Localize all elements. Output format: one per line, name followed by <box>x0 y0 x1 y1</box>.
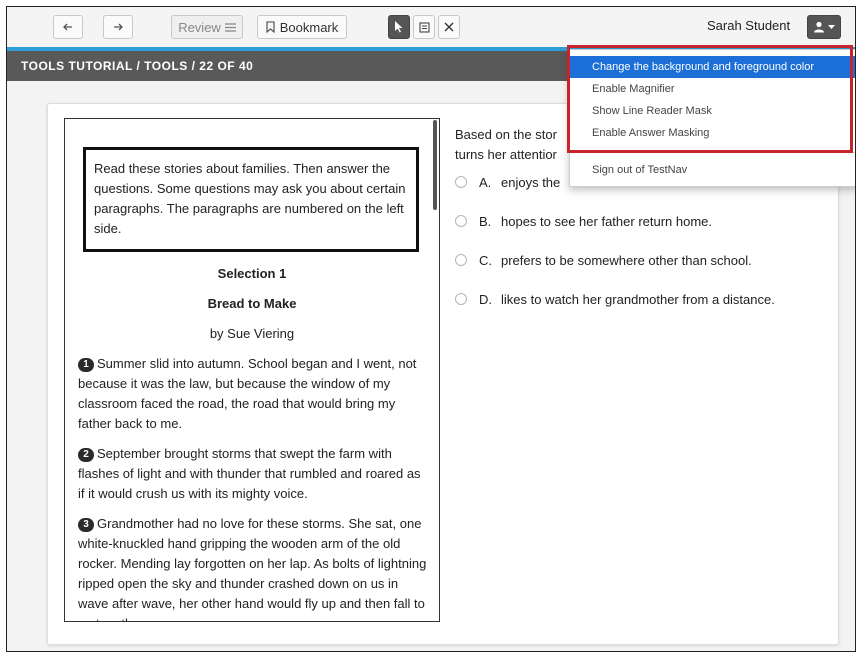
back-button[interactable] <box>53 15 83 39</box>
review-button[interactable]: Review <box>171 15 243 39</box>
passage-scrollbar[interactable] <box>433 120 437 210</box>
option-letter: A. <box>479 174 492 190</box>
selection-heading: Selection 1 <box>217 266 287 281</box>
notes-icon <box>418 21 430 33</box>
answer-option-d[interactable]: D. likes to watch her grandmother from a … <box>455 289 835 309</box>
close-tool-button[interactable] <box>438 15 460 39</box>
option-letter: C. <box>479 252 492 268</box>
radio-button[interactable] <box>455 293 467 305</box>
option-letter: D. <box>479 291 492 307</box>
passage-title: Bread to Make <box>207 296 297 311</box>
menu-item-sign-out[interactable]: Sign out of TestNav <box>570 159 855 181</box>
list-icon <box>224 22 236 32</box>
close-icon <box>444 22 454 32</box>
cursor-icon <box>395 21 403 33</box>
option-text: enjoys the <box>501 174 561 190</box>
arrow-left-icon <box>63 23 72 31</box>
notes-tool-button[interactable] <box>413 15 435 39</box>
option-text: likes to watch her grandmother from a di… <box>501 291 775 307</box>
answer-options: A. enjoys the B. hopes to see her father r… <box>455 172 835 328</box>
user-icon <box>814 21 824 33</box>
paragraph-number: 3 <box>78 518 94 532</box>
caret-down-icon <box>828 24 835 29</box>
option-letter: B. <box>479 213 492 229</box>
bookmark-button[interactable]: Bookmark <box>257 15 347 39</box>
annotation-highlight-box <box>567 45 853 153</box>
paragraph-text: Grandmother had no love for these storms… <box>78 516 427 621</box>
pointer-tool-button[interactable] <box>388 15 410 39</box>
passage-intro: Read these stories about families. Then … <box>83 147 419 252</box>
reading-passage[interactable]: Read these stories about families. Then … <box>64 118 440 622</box>
paragraph-text: Summer slid into autumn. School began an… <box>78 356 417 431</box>
forward-button[interactable] <box>103 15 133 39</box>
arrow-right-icon <box>114 23 123 31</box>
bookmark-label: Bookmark <box>279 19 339 35</box>
radio-button[interactable] <box>455 215 467 227</box>
paragraph-2: 2 September brought storms that swept the… <box>78 444 429 504</box>
user-name: Sarah Student <box>707 18 791 33</box>
paragraph-number: 2 <box>78 448 94 462</box>
paragraph-1: 1 Summer slid into autumn. School began a… <box>78 354 429 434</box>
user-menu-button[interactable] <box>807 15 841 39</box>
toolbar: Review Bookmark Sarah Student <box>7 7 855 48</box>
review-label: Review <box>178 19 221 35</box>
paragraph-3: 3 Grandmother had no love for these storm… <box>78 514 429 621</box>
answer-option-c[interactable]: C. prefers to be somewhere other than sch… <box>455 250 835 270</box>
answer-option-b[interactable]: B. hopes to see her father return home. <box>455 211 835 231</box>
paragraph-number: 1 <box>78 358 94 372</box>
option-text: hopes to see her father return home. <box>501 213 713 229</box>
testnav-window: Review Bookmark Sarah Student TOOLS TUTO… <box>6 6 856 652</box>
passage-author: by Sue Viering <box>209 326 295 341</box>
option-text: prefers to be somewhere other than schoo… <box>501 252 752 268</box>
paragraph-text: September brought storms that swept the … <box>78 446 421 501</box>
radio-button[interactable] <box>455 176 467 188</box>
bookmark-icon <box>266 21 275 33</box>
radio-button[interactable] <box>455 254 467 266</box>
